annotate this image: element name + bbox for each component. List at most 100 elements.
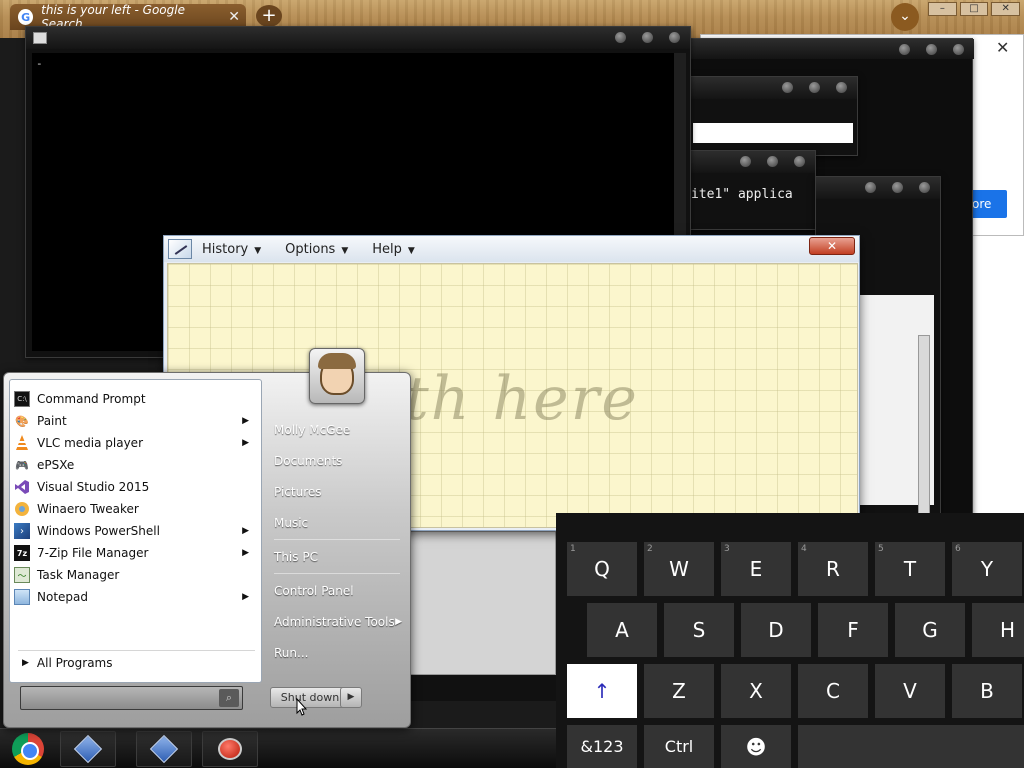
start-button[interactable]: [0, 731, 56, 767]
tab-close-icon[interactable]: ✕: [228, 9, 240, 25]
taskbar-app-3[interactable]: [202, 731, 258, 767]
window-dot-icon[interactable]: [767, 156, 778, 167]
all-programs-button[interactable]: ▶ All Programs: [22, 656, 113, 670]
program-command-prompt[interactable]: C:\ Command Prompt: [14, 388, 257, 410]
place-administrative-tools[interactable]: Administrative Tools ▶: [274, 615, 402, 629]
place-music[interactable]: Music: [274, 516, 402, 530]
maximize-button[interactable]: □: [959, 2, 989, 16]
maximize-dot-icon[interactable]: [642, 32, 653, 43]
user-picture-icon: [318, 353, 356, 395]
close-dot-icon[interactable]: [669, 32, 680, 43]
key-q[interactable]: 1Q: [567, 542, 637, 596]
key-v[interactable]: V: [875, 664, 945, 718]
new-tab-button[interactable]: +: [256, 5, 282, 27]
start-search-input[interactable]: [25, 690, 215, 706]
place-control-panel[interactable]: Control Panel: [274, 584, 402, 598]
place-pictures[interactable]: Pictures: [274, 485, 402, 499]
window-dot-icon[interactable]: [794, 156, 805, 167]
key-e[interactable]: 3E: [721, 542, 791, 596]
key-a[interactable]: A: [587, 603, 657, 657]
key-ctrl[interactable]: Ctrl: [644, 725, 714, 768]
program-vlc[interactable]: VLC media player ▶: [14, 432, 257, 454]
program-notepad[interactable]: Notepad ▶: [14, 586, 257, 608]
start-menu-programs: C:\ Command Prompt 🎨 Paint ▶ VLC media p…: [9, 379, 262, 683]
window-dot-icon[interactable]: [926, 44, 937, 55]
start-search-box[interactable]: ⌕: [20, 686, 243, 710]
window-dot-icon[interactable]: [865, 182, 876, 193]
program-label: Visual Studio 2015: [37, 480, 150, 494]
key-f[interactable]: F: [818, 603, 888, 657]
place-documents[interactable]: Documents: [274, 454, 402, 468]
taskbar-app-1[interactable]: [60, 731, 116, 767]
key-space[interactable]: [798, 725, 1024, 768]
program-label: Task Manager: [37, 568, 120, 582]
key-emoji[interactable]: ☻: [721, 725, 791, 768]
program-paint[interactable]: 🎨 Paint ▶: [14, 410, 257, 432]
minimize-dot-icon[interactable]: [615, 32, 626, 43]
taskbar-app-2[interactable]: [136, 731, 192, 767]
program-7zip[interactable]: 7z 7-Zip File Manager ▶: [14, 542, 257, 564]
key-s[interactable]: S: [664, 603, 734, 657]
program-label: Winaero Tweaker: [37, 502, 139, 516]
key-label: E: [749, 557, 763, 581]
window-dot-icon[interactable]: [782, 82, 793, 93]
key-symbols[interactable]: &123: [567, 725, 637, 768]
place-user[interactable]: Molly McGee: [274, 423, 402, 437]
key-h[interactable]: H: [972, 603, 1024, 657]
chrome-menu-button[interactable]: ⌄: [891, 3, 919, 31]
key-label: Q: [594, 557, 610, 581]
scrollbar[interactable]: [918, 335, 930, 515]
key-t[interactable]: 5T: [875, 542, 945, 596]
red-button-icon: [218, 738, 242, 760]
math-close-button[interactable]: ✕: [809, 237, 855, 255]
program-label: VLC media player: [37, 436, 144, 450]
program-label: Command Prompt: [37, 392, 146, 406]
shutdown-options-button[interactable]: ▶: [340, 687, 362, 708]
program-task-manager[interactable]: 〜 Task Manager: [14, 564, 257, 586]
program-epsxe[interactable]: 🎮 ePSXe: [14, 454, 257, 476]
chevron-right-icon: ▶: [22, 658, 29, 668]
window-dot-icon[interactable]: [919, 182, 930, 193]
math-panel-lower-area: [410, 531, 556, 675]
program-powershell[interactable]: › Windows PowerShell ▶: [14, 520, 257, 542]
minimize-button[interactable]: –: [928, 2, 957, 16]
window-dot-icon[interactable]: [740, 156, 751, 167]
window-dot-icon[interactable]: [953, 44, 964, 55]
submenu-arrow-icon: ▶: [395, 617, 402, 627]
place-this-pc[interactable]: This PC: [274, 550, 402, 564]
key-c[interactable]: C: [798, 664, 868, 718]
math-menubar: History ▼ Options ▼ Help ▼ ✕: [164, 236, 859, 262]
chevron-right-icon: ▶: [347, 692, 355, 702]
window-dot-icon[interactable]: [809, 82, 820, 93]
key-shift[interactable]: ↑: [567, 664, 637, 718]
window-dot-icon[interactable]: [836, 82, 847, 93]
popup-close-icon[interactable]: ✕: [996, 38, 1009, 57]
close-button[interactable]: ✕: [991, 2, 1021, 16]
caret-down-icon: ▼: [254, 245, 262, 256]
key-x[interactable]: X: [721, 664, 791, 718]
key-w[interactable]: 2W: [644, 542, 714, 596]
place-run[interactable]: Run...: [274, 646, 402, 660]
menu-history[interactable]: History ▼: [202, 242, 261, 257]
key-z[interactable]: Z: [644, 664, 714, 718]
key-b[interactable]: B: [952, 664, 1022, 718]
shutdown-button[interactable]: Shut down: [270, 687, 350, 708]
program-winaero-tweaker[interactable]: Winaero Tweaker: [14, 498, 257, 520]
key-number-hint: 5: [878, 544, 884, 554]
menu-options[interactable]: Options ▼: [285, 242, 348, 257]
search-icon[interactable]: ⌕: [219, 689, 239, 707]
window-dot-icon[interactable]: [892, 182, 903, 193]
start-menu-places: Molly McGee Documents Pictures Music Thi…: [262, 373, 412, 729]
key-y[interactable]: 6Y: [952, 542, 1022, 596]
program-visual-studio[interactable]: Visual Studio 2015: [14, 476, 257, 498]
key-r[interactable]: 4R: [798, 542, 868, 596]
vlc-icon: [14, 435, 30, 451]
window-dot-icon[interactable]: [899, 44, 910, 55]
7zip-icon: 7z: [14, 545, 30, 561]
menu-help[interactable]: Help ▼: [372, 242, 415, 257]
program-label: 7-Zip File Manager: [37, 546, 149, 560]
key-g[interactable]: G: [895, 603, 965, 657]
avatar[interactable]: [309, 348, 365, 404]
window-text-field[interactable]: [693, 123, 853, 143]
key-d[interactable]: D: [741, 603, 811, 657]
